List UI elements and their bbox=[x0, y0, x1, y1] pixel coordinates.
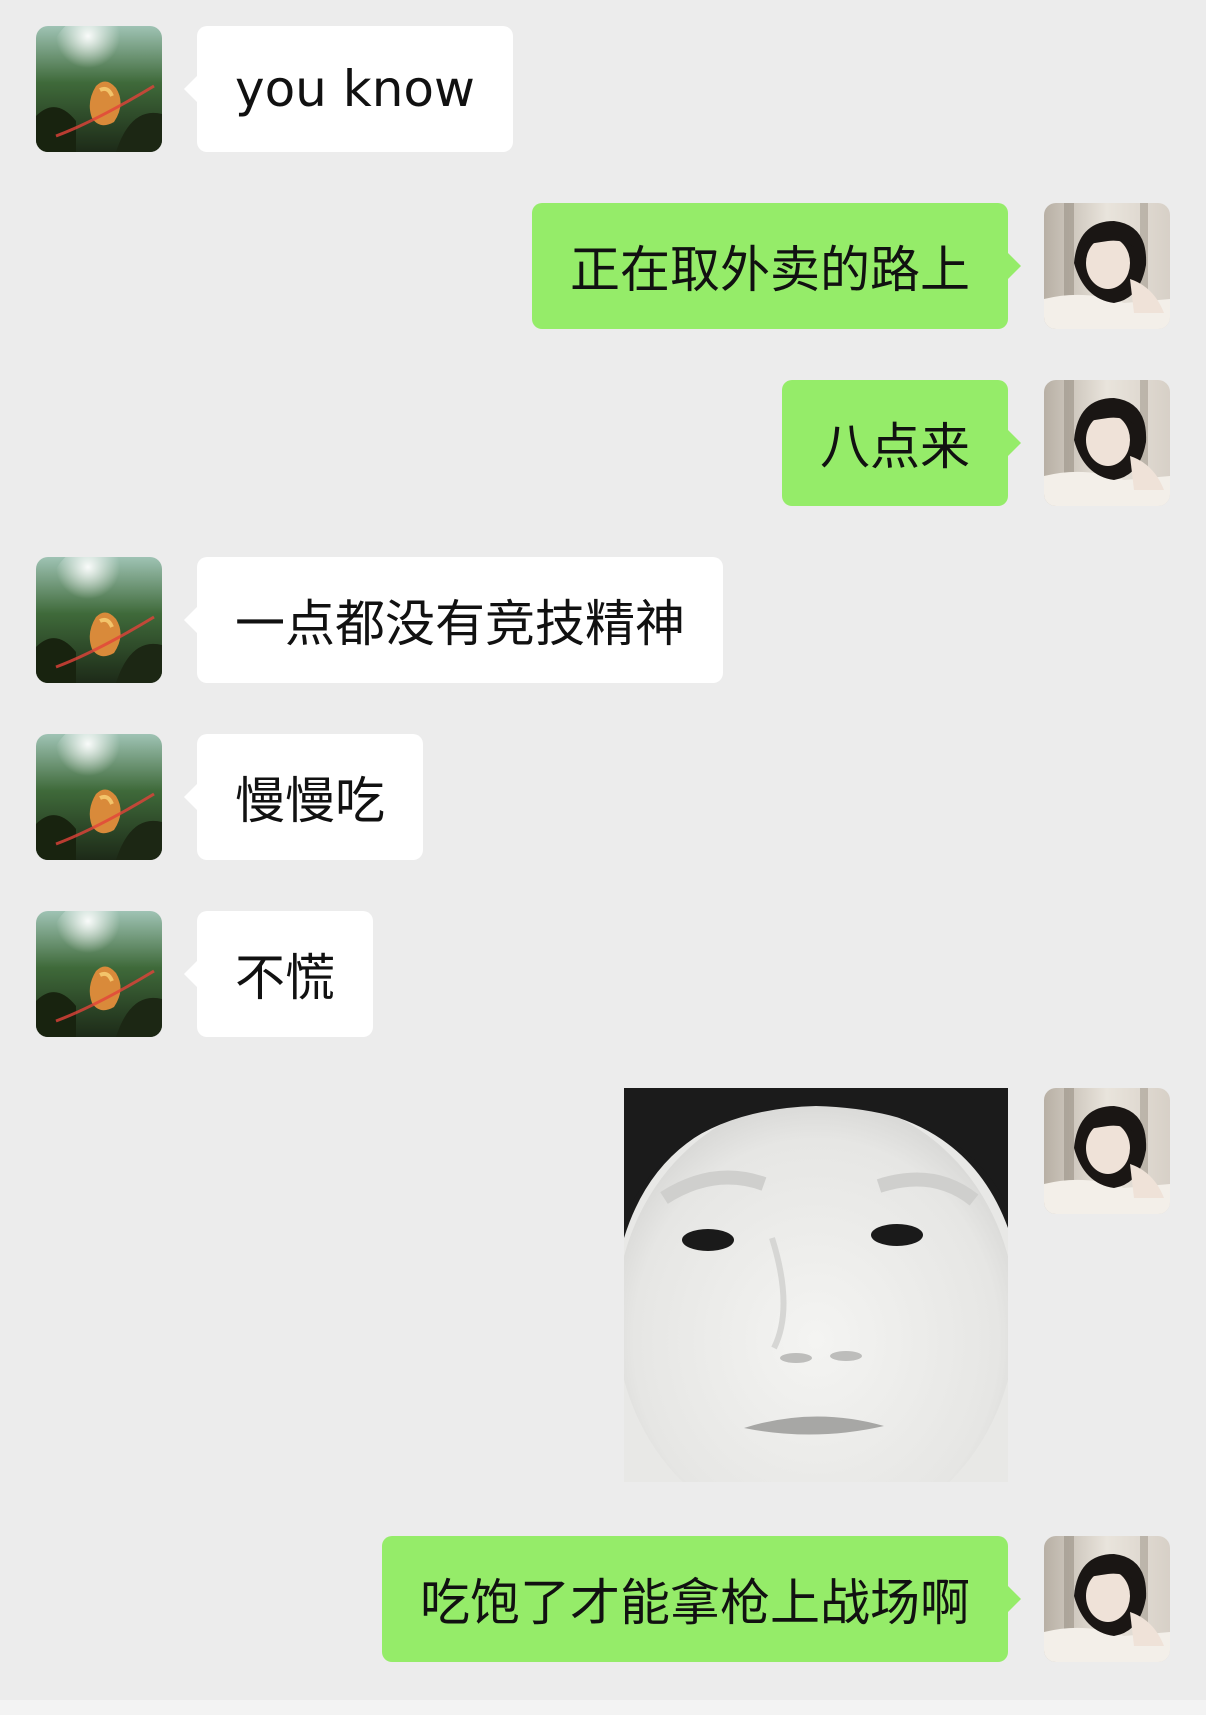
girl-portrait-avatar[interactable] bbox=[1044, 380, 1170, 506]
message-text: you know bbox=[235, 60, 475, 118]
message-bubble-incoming[interactable]: 一点都没有竞技精神 bbox=[184, 557, 723, 683]
girl-portrait-avatar[interactable] bbox=[1044, 203, 1170, 329]
message-text: 八点来 bbox=[820, 418, 970, 476]
message-text: 一点都没有竞技精神 bbox=[235, 595, 685, 653]
message-bubble-incoming[interactable]: you know bbox=[184, 26, 513, 152]
message-bubble-outgoing[interactable]: 八点来 bbox=[782, 380, 1021, 506]
message-bubble-outgoing[interactable]: 正在取外卖的路上 bbox=[532, 203, 1021, 329]
message-text: 正在取外卖的路上 bbox=[570, 241, 970, 299]
message-bubble-incoming[interactable]: 不慌 bbox=[184, 911, 373, 1037]
girl-portrait-avatar[interactable] bbox=[1044, 1088, 1170, 1214]
message-text: 慢慢吃 bbox=[235, 772, 385, 830]
lion-dance-avatar[interactable] bbox=[36, 26, 162, 152]
lion-dance-avatar[interactable] bbox=[36, 557, 162, 683]
message-bubble-incoming[interactable]: 慢慢吃 bbox=[184, 734, 423, 860]
face-meme-sticker[interactable] bbox=[624, 1088, 1008, 1482]
lion-dance-avatar[interactable] bbox=[36, 911, 162, 1037]
message-text: 吃饱了才能拿枪上战场啊 bbox=[420, 1574, 970, 1632]
lion-dance-avatar[interactable] bbox=[36, 734, 162, 860]
input-area-edge bbox=[0, 1700, 1206, 1715]
girl-portrait-avatar[interactable] bbox=[1044, 1536, 1170, 1662]
message-text: 不慌 bbox=[235, 949, 335, 1007]
message-bubble-outgoing[interactable]: 吃饱了才能拿枪上战场啊 bbox=[382, 1536, 1021, 1662]
